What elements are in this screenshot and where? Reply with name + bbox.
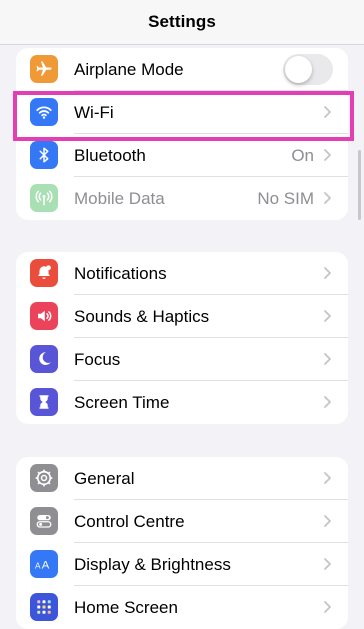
page-title: Settings: [148, 12, 216, 31]
bluetooth-label: Bluetooth: [74, 145, 146, 165]
hourglass-icon: [30, 388, 58, 416]
chevron-right-icon: [324, 149, 331, 161]
sounds-haptics-label: Sounds & Haptics: [74, 306, 210, 326]
chevron-right-icon: [324, 558, 331, 570]
notifications-icon: [30, 259, 58, 287]
chevron-right-icon: [324, 192, 331, 204]
row-focus[interactable]: Focus: [16, 338, 348, 381]
row-sounds-haptics[interactable]: Sounds & Haptics: [16, 295, 348, 338]
screen-time-label: Screen Time: [74, 392, 170, 412]
switches-icon: [30, 507, 58, 535]
navigation-bar: Settings: [0, 0, 364, 45]
row-general[interactable]: General: [16, 457, 348, 500]
chevron-right-icon: [324, 106, 331, 118]
chevron-right-icon: [324, 396, 331, 408]
row-mobile-data[interactable]: Mobile Data No SIM: [16, 177, 348, 220]
row-wifi[interactable]: Wi-Fi: [16, 91, 348, 134]
wifi-label: Wi-Fi: [74, 102, 114, 122]
focus-label: Focus: [74, 349, 121, 369]
row-bluetooth[interactable]: Bluetooth On: [16, 134, 348, 177]
chevron-right-icon: [324, 515, 331, 527]
svg-text:A: A: [35, 562, 41, 571]
chevron-right-icon: [324, 267, 331, 279]
row-control-centre[interactable]: Control Centre: [16, 500, 348, 543]
antenna-icon: [30, 184, 58, 212]
mobile-data-label: Mobile Data: [74, 188, 165, 208]
chevron-right-icon: [324, 472, 331, 484]
airplane-mode-label: Airplane Mode: [74, 59, 184, 79]
settings-group-general: General Control Centre AA Display & Brig…: [16, 457, 348, 629]
settings-group-connectivity: Airplane Mode Wi-Fi Bluetooth On Mobile …: [16, 48, 348, 220]
scrollbar[interactable]: [358, 150, 361, 220]
general-label: General: [74, 468, 135, 488]
control-centre-label: Control Centre: [74, 511, 185, 531]
home-grid-icon: [30, 593, 58, 621]
display-brightness-label: Display & Brightness: [74, 554, 231, 574]
row-display-brightness[interactable]: AA Display & Brightness: [16, 543, 348, 586]
airplane-mode-toggle[interactable]: [283, 54, 333, 85]
speaker-icon: [30, 302, 58, 330]
chevron-right-icon: [324, 353, 331, 365]
chevron-right-icon: [324, 310, 331, 322]
bluetooth-status: On: [291, 145, 314, 165]
svg-text:A: A: [42, 560, 50, 572]
moon-icon: [30, 345, 58, 373]
wifi-icon: [30, 98, 58, 126]
airplane-icon: [30, 55, 58, 83]
row-screen-time[interactable]: Screen Time: [16, 381, 348, 424]
row-airplane-mode[interactable]: Airplane Mode: [16, 48, 348, 91]
notifications-label: Notifications: [74, 263, 167, 283]
row-notifications[interactable]: Notifications: [16, 252, 348, 295]
home-screen-label: Home Screen: [74, 597, 178, 617]
toggle-knob: [285, 56, 312, 83]
row-home-screen[interactable]: Home Screen: [16, 586, 348, 629]
mobile-data-status: No SIM: [257, 188, 314, 208]
chevron-right-icon: [324, 601, 331, 613]
bluetooth-icon: [30, 141, 58, 169]
text-size-icon: AA: [30, 550, 58, 578]
settings-group-notifications: Notifications Sounds & Haptics Focus Scr…: [16, 252, 348, 424]
gear-icon: [30, 464, 58, 492]
